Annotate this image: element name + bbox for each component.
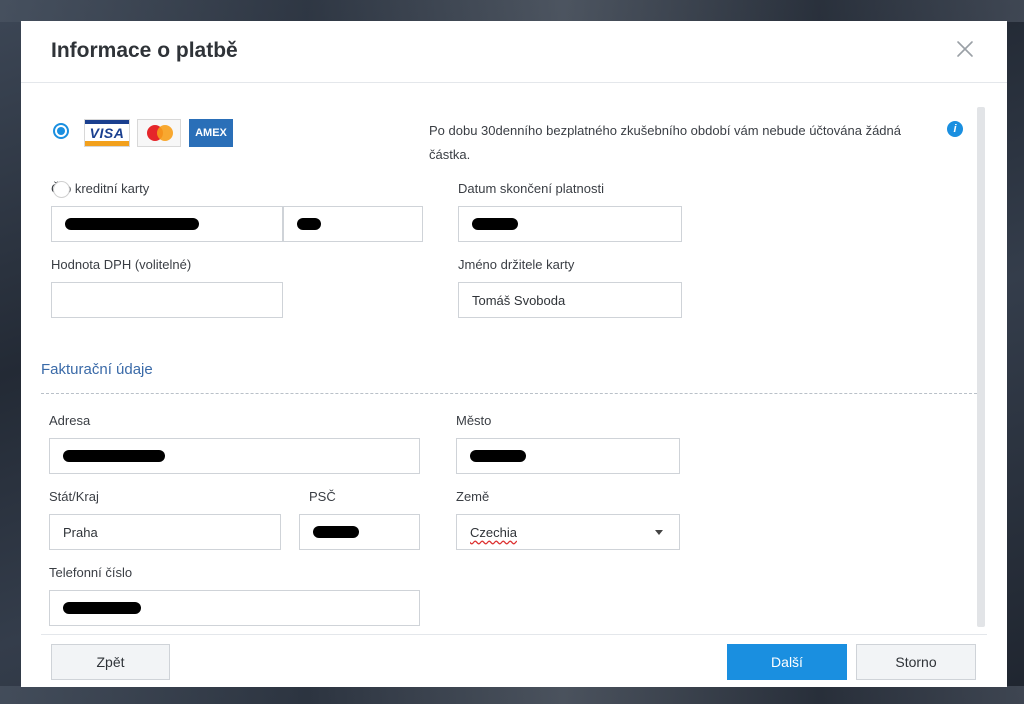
country-select[interactable]: Czechia	[456, 514, 680, 550]
redacted-value	[472, 218, 518, 230]
redacted-value	[65, 218, 199, 230]
country-label: Země	[456, 489, 490, 504]
background-top	[0, 0, 1024, 22]
dialog-header: Informace o platbě	[21, 21, 1007, 83]
phone-label: Telefonní číslo	[49, 565, 133, 580]
dialog-body: VISA AMEX Po dobu 30denního bezplatného …	[21, 83, 1007, 635]
address-field[interactable]	[49, 438, 420, 474]
info-icon[interactable]: i	[947, 121, 963, 137]
city-label: Město	[456, 413, 492, 428]
zip-field[interactable]	[299, 514, 420, 550]
visa-label: VISA	[89, 125, 125, 141]
trial-info-text: Po dobu 30denního bezplatného zkušebního…	[429, 123, 901, 162]
country-value: Czechia	[470, 524, 517, 540]
payment-dialog: Informace o platbě VISA AMEX Po dobu 30d…	[21, 21, 1007, 687]
redacted-value	[63, 450, 165, 462]
amex-logo: AMEX	[189, 119, 233, 147]
vat-label: Hodnota DPH (volitelné)	[51, 257, 192, 272]
dialog-title: Informace o platbě	[51, 39, 238, 62]
address-label: Adresa	[49, 413, 91, 428]
state-field[interactable]: Praha	[49, 514, 281, 550]
zip-label: PSČ	[309, 489, 336, 504]
vat-field[interactable]	[51, 282, 283, 318]
card-payment-radio[interactable]	[53, 123, 69, 139]
billing-section-title: Fakturační údaje	[41, 361, 153, 378]
next-button[interactable]: Další	[727, 644, 847, 680]
redacted-value	[63, 602, 141, 614]
section-divider	[41, 393, 977, 394]
scrollbar[interactable]	[977, 107, 985, 627]
redacted-value	[313, 526, 359, 538]
cancel-button[interactable]: Storno	[856, 644, 976, 680]
dialog-footer: Zpět Další Storno	[41, 634, 987, 688]
card-number-field[interactable]	[51, 206, 283, 242]
mouse-cursor-icon	[53, 181, 70, 198]
state-label: Stát/Kraj	[49, 489, 99, 504]
redacted-value	[470, 450, 526, 462]
mastercard-logo	[137, 119, 181, 147]
card-holder-label: Jméno držitele karty	[458, 257, 575, 272]
city-field[interactable]	[456, 438, 680, 474]
card-cvc-field[interactable]	[283, 206, 423, 242]
expiry-label: Datum skončení platnosti	[458, 181, 604, 196]
visa-logo: VISA	[84, 119, 130, 147]
phone-field[interactable]	[49, 590, 420, 626]
redacted-value	[297, 218, 321, 230]
close-icon[interactable]	[955, 39, 975, 59]
expiry-field[interactable]	[458, 206, 682, 242]
card-holder-field[interactable]: Tomáš Svoboda	[458, 282, 682, 318]
background-bottom	[0, 686, 1024, 704]
chevron-down-icon	[655, 530, 663, 535]
back-button[interactable]: Zpět	[51, 644, 170, 680]
